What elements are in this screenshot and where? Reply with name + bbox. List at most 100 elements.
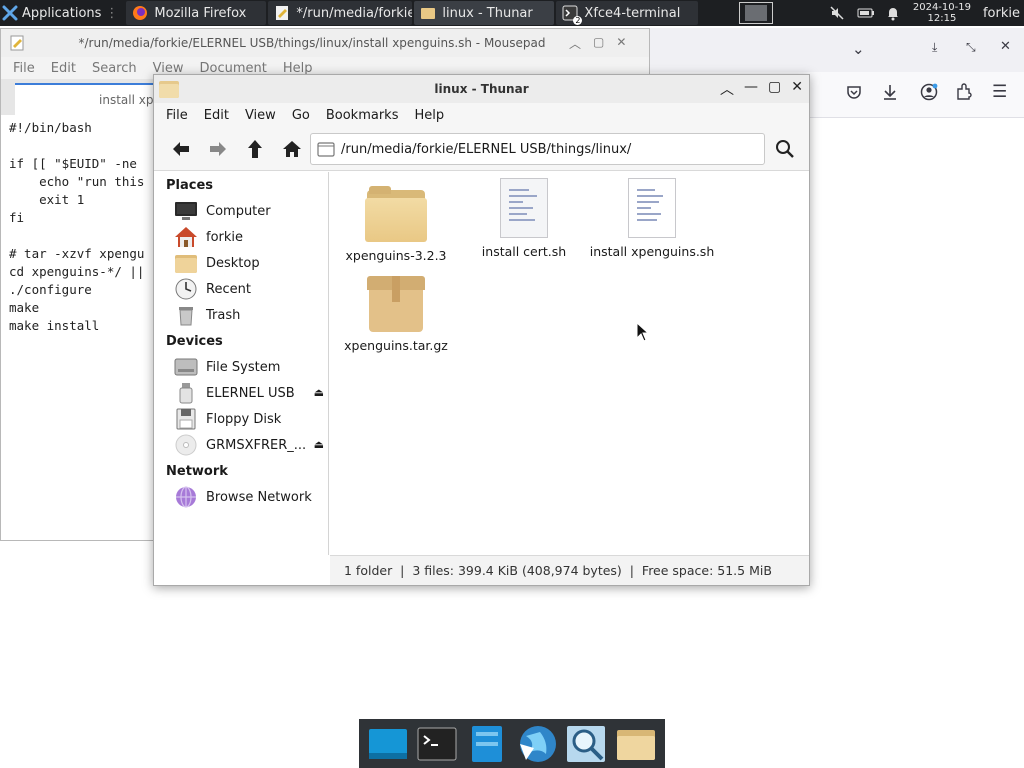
web-browser-icon[interactable] <box>516 724 558 764</box>
file-item-install-xpenguins[interactable]: install xpenguins.sh <box>586 178 718 259</box>
mousepad-title: */run/media/forkie/ELERNEL USB/things/li… <box>78 36 546 50</box>
folder-icon <box>365 186 427 242</box>
notification-bell-icon[interactable] <box>885 5 901 21</box>
menu-file[interactable]: File <box>158 108 196 123</box>
search-app-icon[interactable] <box>565 724 607 764</box>
usb-drive-icon <box>174 382 198 404</box>
folder-icon[interactable] <box>615 724 657 764</box>
clock-date: 2024-10-19 <box>912 2 971 13</box>
menu-edit[interactable]: Edit <box>43 61 84 76</box>
system-tray: 2024-10-19 12:15 forkie <box>738 0 1024 26</box>
minimize-icon[interactable]: ⤓ <box>932 40 937 55</box>
code-line: #!/bin/bash <box>9 120 92 135</box>
thunar-title: linux - Thunar <box>434 82 529 96</box>
downloads-icon[interactable] <box>882 83 898 105</box>
location-bar[interactable]: /run/media/forkie/ELERNEL USB/things/lin… <box>310 133 765 165</box>
menu-separator-icon: ⋮ <box>105 5 119 21</box>
file-item-folder[interactable]: xpenguins-3.2.3 <box>330 186 462 263</box>
code-line: if [[ "$EUID" -ne <box>9 156 137 171</box>
places-header: Places <box>166 177 214 193</box>
sidebar-item-browse-network[interactable]: Browse Network <box>154 484 328 510</box>
maximize-icon[interactable]: ▢ <box>593 35 604 52</box>
task-terminal[interactable]: 2 Xfce4-terminal <box>556 1 699 25</box>
task-label: linux - Thunar <box>442 5 533 21</box>
terminal-icon[interactable] <box>416 724 458 764</box>
firefox-icon <box>132 5 148 21</box>
maximize-icon[interactable]: ▢ <box>768 79 781 99</box>
eject-icon[interactable]: ⏏ <box>314 386 324 399</box>
volume-muted-icon[interactable] <box>829 5 845 21</box>
sidebar-item-label: Computer <box>206 203 271 219</box>
menu-help[interactable]: Help <box>406 108 452 123</box>
file-name: xpenguins.tar.gz <box>344 338 448 353</box>
home-button[interactable] <box>273 134 310 164</box>
restore-icon[interactable]: ⤡ <box>966 40 976 55</box>
clock[interactable]: 2024-10-19 12:15 <box>913 2 971 24</box>
sidebar-item-home[interactable]: forkie <box>154 224 328 250</box>
sidebar-item-desktop[interactable]: Desktop <box>154 250 328 276</box>
extensions-icon[interactable] <box>956 83 972 105</box>
user-name[interactable]: forkie <box>983 6 1020 21</box>
hamburger-menu-icon[interactable]: ☰ <box>992 82 1007 102</box>
tab-list-icon[interactable]: ⌄ <box>852 40 865 58</box>
menu-search[interactable]: Search <box>84 61 145 76</box>
thunar-menubar: File Edit View Go Bookmarks Help <box>154 103 809 127</box>
task-thunar[interactable]: linux - Thunar <box>414 1 555 25</box>
pocket-icon[interactable] <box>846 84 862 104</box>
network-icon <box>174 486 198 508</box>
code-line: echo "run this <box>9 174 145 189</box>
file-item-install-cert[interactable]: install cert.sh <box>458 178 590 259</box>
sidebar-item-computer[interactable]: Computer <box>154 198 328 224</box>
sidebar-item-label: File System <box>206 359 281 375</box>
show-desktop-icon[interactable] <box>367 724 409 764</box>
applications-menu[interactable]: Applications ⋮ <box>0 0 124 26</box>
mousepad-titlebar[interactable]: */run/media/forkie/ELERNEL USB/things/li… <box>1 29 649 57</box>
eject-icon[interactable]: ⏏ <box>314 438 324 451</box>
status-bar: 1 folder | 3 files: 399.4 KiB (408,974 b… <box>330 555 809 585</box>
floppy-icon <box>174 408 198 430</box>
menu-bookmarks[interactable]: Bookmarks <box>318 108 407 123</box>
close-icon[interactable]: ✕ <box>616 35 626 52</box>
task-firefox[interactable]: Mozilla Firefox <box>126 1 267 25</box>
back-button[interactable] <box>162 134 199 164</box>
battery-icon[interactable] <box>857 5 874 21</box>
sidebar-item-filesystem[interactable]: File System <box>154 354 328 380</box>
parent-folder-button[interactable] <box>236 134 273 164</box>
workspace-switcher[interactable] <box>738 2 773 24</box>
sidebar-item-trash[interactable]: Trash <box>154 302 328 328</box>
sidebar-item-recent[interactable]: Recent <box>154 276 328 302</box>
menu-edit[interactable]: Edit <box>196 108 237 123</box>
menu-file[interactable]: File <box>5 61 43 76</box>
menu-go[interactable]: Go <box>284 108 318 123</box>
thunar-titlebar[interactable]: linux - Thunar ︿ — ▢ ✕ <box>154 75 809 103</box>
network-header: Network <box>166 463 228 479</box>
close-icon[interactable]: ✕ <box>791 79 803 99</box>
sidebar-item-usb[interactable]: ELERNEL USB ⏏ <box>154 380 328 406</box>
task-mousepad[interactable]: */run/media/forkie/... <box>268 1 413 25</box>
sidebar-item-floppy[interactable]: Floppy Disk <box>154 406 328 432</box>
arrow-up-icon <box>247 139 262 158</box>
sidebar-item-label: Floppy Disk <box>206 411 282 427</box>
forward-button[interactable] <box>199 134 236 164</box>
file-item-archive[interactable]: xpenguins.tar.gz <box>330 276 462 353</box>
file-name: install xpenguins.sh <box>589 244 715 259</box>
minimize-icon[interactable]: — <box>744 79 758 99</box>
file-manager-icon[interactable] <box>466 724 508 764</box>
file-view[interactable]: xpenguins-3.2.3 install cert.sh install … <box>330 172 809 555</box>
file-name: install cert.sh <box>481 244 567 259</box>
search-button[interactable] <box>775 139 795 163</box>
file-name: xpenguins-3.2.3 <box>345 248 447 263</box>
minimize-icon[interactable]: ︿ <box>569 35 581 52</box>
search-icon <box>776 140 794 158</box>
close-icon[interactable]: ✕ <box>1000 39 1011 54</box>
sidebar-item-label: Recent <box>206 281 251 297</box>
arrow-left-icon <box>172 141 189 156</box>
sidebar-item-optical[interactable]: GRMSXFRER_... ⏏ <box>154 432 328 458</box>
desktop-folder-icon <box>174 252 198 274</box>
thunar-window: linux - Thunar ︿ — ▢ ✕ File Edit View Go… <box>153 74 810 586</box>
thunar-window-buttons: ︿ — ▢ ✕ <box>720 79 803 99</box>
menu-view[interactable]: View <box>237 108 284 123</box>
account-icon[interactable] <box>920 83 938 105</box>
code-line: ./configure <box>9 282 92 297</box>
shade-icon[interactable]: ︿ <box>720 79 734 99</box>
